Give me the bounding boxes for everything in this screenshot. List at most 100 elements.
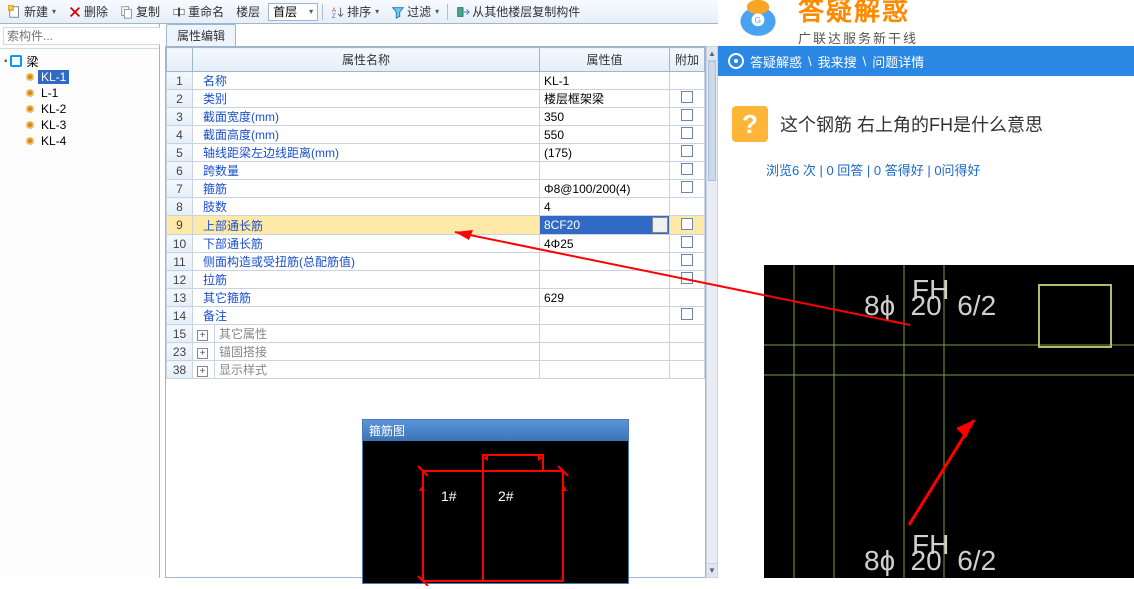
ellipsis-button[interactable]: … — [652, 217, 668, 233]
property-row[interactable]: 9上部通长筋8CF20… — [167, 216, 705, 235]
filter-arrow-icon[interactable]: ▾ — [435, 7, 439, 16]
property-row[interactable]: 15+其它属性 — [167, 325, 705, 343]
crumb-2[interactable]: 我来搜 — [818, 52, 857, 71]
search-input[interactable] — [3, 27, 166, 45]
expander-cell[interactable]: + — [193, 325, 215, 343]
crumb-3[interactable]: 问题详情 — [872, 52, 924, 71]
extra-cell[interactable] — [670, 235, 705, 253]
prop-value[interactable]: 350 — [540, 108, 670, 126]
checkbox-icon[interactable] — [681, 91, 693, 103]
property-row[interactable]: 4截面高度(mm)550 — [167, 126, 705, 144]
extra-cell[interactable] — [670, 126, 705, 144]
extra-cell — [670, 361, 705, 379]
prop-value[interactable]: KL-1 — [540, 72, 670, 90]
prop-value[interactable]: 楼层框架梁 — [540, 90, 670, 108]
checkbox-icon[interactable] — [681, 109, 693, 121]
web-panel: G 答疑解惑 广联达服务新干线 答疑解惑 \ 我来搜 \ 问题详情 ? 这个钢筋… — [718, 0, 1134, 578]
prop-value[interactable] — [540, 361, 670, 379]
expand-icon[interactable]: + — [197, 348, 208, 359]
scroll-thumb[interactable] — [708, 61, 716, 181]
tree-item[interactable]: ✺KL-3 — [2, 117, 157, 133]
copy-label: 复制 — [136, 3, 160, 20]
rownum: 23 — [167, 343, 193, 361]
checkbox-icon[interactable] — [681, 145, 693, 157]
prop-value[interactable]: Φ8@100/200(4) — [540, 180, 670, 198]
extra-cell[interactable] — [670, 108, 705, 126]
scroll-up-icon[interactable]: ▲ — [707, 47, 717, 61]
extra-cell[interactable] — [670, 180, 705, 198]
tree-item[interactable]: ✺KL-2 — [2, 101, 157, 117]
tree-item[interactable]: ✺KL-4 — [2, 133, 157, 149]
tree-item[interactable]: ✺L-1 — [2, 85, 157, 101]
property-row[interactable]: 3截面宽度(mm)350 — [167, 108, 705, 126]
prop-value[interactable] — [540, 253, 670, 271]
extra-cell[interactable] — [670, 162, 705, 180]
sort-button[interactable]: AZ 排序 ▾ — [327, 1, 383, 23]
prop-value[interactable] — [540, 343, 670, 361]
property-row[interactable]: 13其它箍筋629 — [167, 289, 705, 307]
property-row[interactable]: 1名称KL-1 — [167, 72, 705, 90]
property-row[interactable]: 14备注 — [167, 307, 705, 325]
extra-cell[interactable] — [670, 307, 705, 325]
floor-button[interactable]: 楼层 — [232, 1, 264, 23]
extra-cell[interactable] — [670, 144, 705, 162]
new-button[interactable]: 新建 ▾ — [4, 1, 60, 23]
checkbox-icon[interactable] — [681, 308, 693, 320]
filter-button[interactable]: 过滤 ▾ — [387, 1, 443, 23]
floor-combo[interactable]: 首层 ▾ — [268, 3, 318, 21]
checkbox-icon[interactable] — [681, 163, 693, 175]
new-dropdown-arrow-icon[interactable]: ▾ — [52, 7, 56, 16]
tree-item[interactable]: ✺KL-1 — [2, 69, 157, 85]
expander-cell[interactable]: + — [193, 343, 215, 361]
prop-value[interactable] — [540, 162, 670, 180]
center-panel: 属性编辑 属性名称 属性值 附加 1名称KL-12类别楼层框架梁3截面宽度(mm… — [160, 24, 718, 578]
extra-cell[interactable] — [670, 90, 705, 108]
checkbox-icon[interactable] — [681, 254, 693, 266]
checkbox-icon[interactable] — [681, 236, 693, 248]
property-row[interactable]: 23+锚固搭接 — [167, 343, 705, 361]
scrollbar[interactable]: ▲ ▼ — [706, 46, 718, 578]
expander-cell[interactable]: + — [193, 361, 215, 379]
property-row[interactable]: 12拉筋 — [167, 271, 705, 289]
crumb-1[interactable]: 答疑解惑 — [750, 52, 802, 71]
property-row[interactable]: 38+显示样式 — [167, 361, 705, 379]
sort-arrow-icon[interactable]: ▾ — [375, 7, 379, 16]
rename-button[interactable]: 重命名 — [168, 1, 228, 23]
checkbox-icon[interactable] — [681, 272, 693, 284]
extra-cell[interactable] — [670, 271, 705, 289]
prop-value[interactable] — [540, 325, 670, 343]
scroll-down-icon[interactable]: ▼ — [707, 563, 717, 577]
checkbox-icon[interactable] — [681, 127, 693, 139]
property-row[interactable]: 7箍筋Φ8@100/200(4) — [167, 180, 705, 198]
crumb-sep: \ — [808, 54, 812, 69]
prop-value[interactable]: 4 — [540, 198, 670, 216]
prop-value[interactable] — [540, 307, 670, 325]
beam-icon — [10, 55, 22, 67]
extra-cell[interactable] — [670, 216, 705, 235]
property-row[interactable]: 5轴线距梁左边线距离(mm)(175) — [167, 144, 705, 162]
expand-icon[interactable]: + — [197, 330, 208, 341]
rownum: 15 — [167, 325, 193, 343]
expand-icon[interactable]: + — [197, 366, 208, 377]
prop-value[interactable]: 4Φ25 — [540, 235, 670, 253]
property-row[interactable]: 11侧面构造或受扭筋(总配筋值) — [167, 253, 705, 271]
copy-from-button[interactable]: 从其他楼层复制构件 — [452, 1, 584, 23]
checkbox-icon[interactable] — [681, 218, 693, 230]
copy-button[interactable]: 复制 — [116, 1, 164, 23]
extra-cell[interactable] — [670, 253, 705, 271]
property-row[interactable]: 6跨数量 — [167, 162, 705, 180]
tree-root[interactable]: ▪ 梁 — [2, 53, 157, 69]
tab-property-edit[interactable]: 属性编辑 — [166, 24, 236, 46]
prop-value[interactable]: 550 — [540, 126, 670, 144]
collapse-icon[interactable]: ▪ — [4, 56, 8, 67]
prop-value[interactable] — [540, 271, 670, 289]
prop-value[interactable]: (175) — [540, 144, 670, 162]
header-rownum — [167, 48, 193, 72]
property-row[interactable]: 10下部通长筋4Φ25 — [167, 235, 705, 253]
prop-value[interactable]: 8CF20… — [540, 216, 670, 235]
property-row[interactable]: 8肢数4 — [167, 198, 705, 216]
prop-value[interactable]: 629 — [540, 289, 670, 307]
delete-button[interactable]: 删除 — [64, 1, 112, 23]
property-row[interactable]: 2类别楼层框架梁 — [167, 90, 705, 108]
checkbox-icon[interactable] — [681, 181, 693, 193]
